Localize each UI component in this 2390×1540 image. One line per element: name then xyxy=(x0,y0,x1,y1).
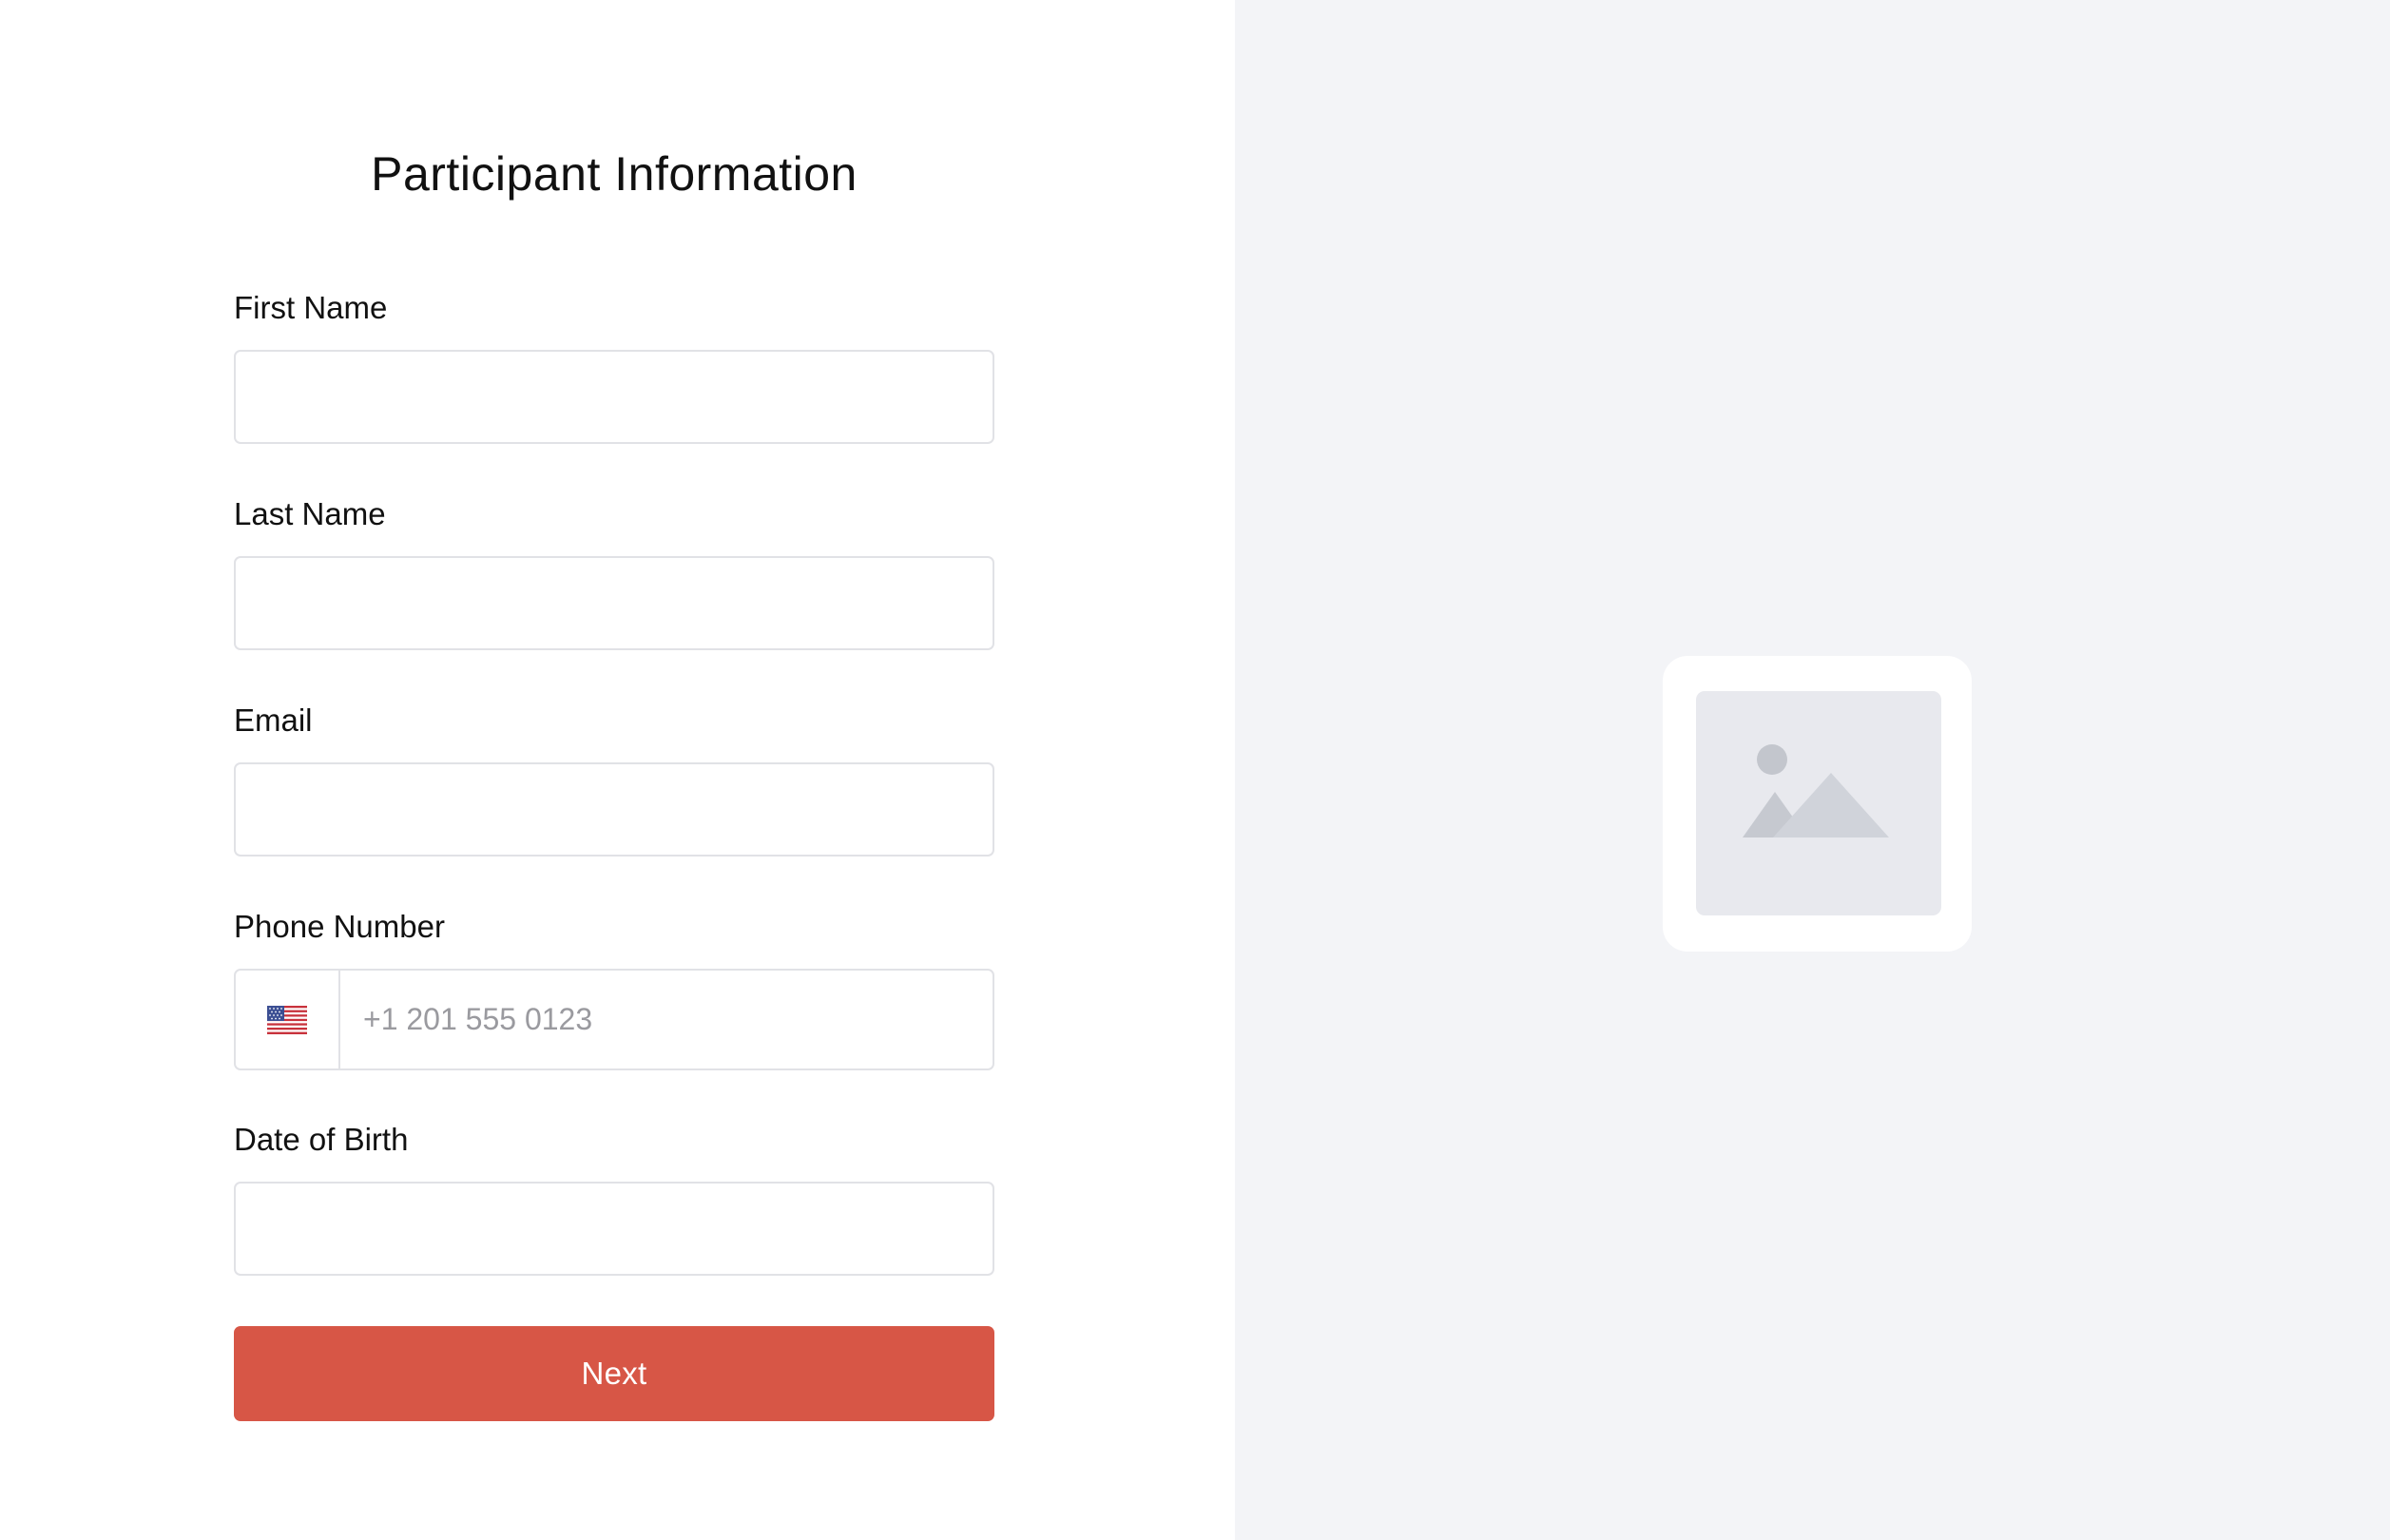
image-placeholder-card xyxy=(1663,656,1972,952)
page-title: Participant Information xyxy=(371,147,858,201)
date-of-birth-label: Date of Birth xyxy=(234,1122,409,1157)
phone-number-label: Phone Number xyxy=(234,909,445,944)
us-flag-icon xyxy=(267,1005,307,1034)
last-name-input[interactable] xyxy=(234,556,994,650)
email-label: Email xyxy=(234,703,313,738)
side-panel xyxy=(1235,0,2390,1540)
email-field[interactable] xyxy=(234,762,994,857)
image-placeholder-icon xyxy=(1696,691,1941,915)
first-name-input[interactable] xyxy=(234,350,994,444)
last-name-label: Last Name xyxy=(234,496,386,531)
country-code-select[interactable] xyxy=(236,971,340,1068)
phone-number-group xyxy=(234,969,994,1070)
first-name-label: First Name xyxy=(234,290,388,325)
date-of-birth-input[interactable] xyxy=(234,1182,994,1276)
next-button[interactable]: Next xyxy=(234,1326,994,1421)
form-panel: Participant Information First Name Last … xyxy=(0,0,1235,1540)
page: Participant Information First Name Last … xyxy=(0,0,2390,1540)
phone-number-input[interactable] xyxy=(340,971,993,1068)
